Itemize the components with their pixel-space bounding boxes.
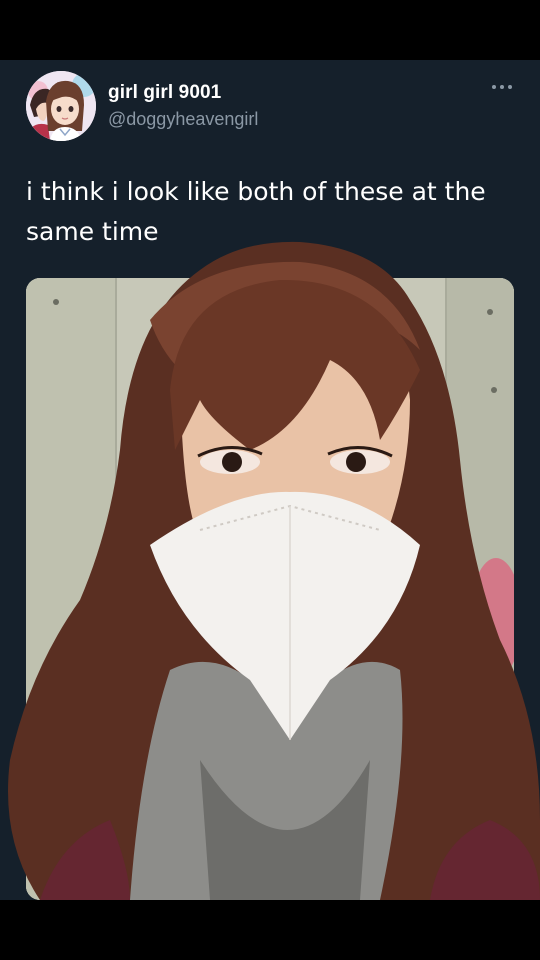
anime-avatar-icon bbox=[26, 71, 96, 141]
selfie-overlay-image bbox=[8, 241, 540, 900]
avatar[interactable] bbox=[26, 71, 96, 141]
top-letterbox bbox=[0, 0, 540, 60]
bottom-letterbox bbox=[0, 900, 540, 960]
more-horizontal-icon[interactable] bbox=[490, 80, 514, 94]
username-handle[interactable]: @doggyheavengirl bbox=[108, 109, 258, 130]
display-name[interactable]: girl girl 9001 bbox=[108, 82, 221, 104]
tweet-card: girl girl 9001 @doggyheavengirl i think … bbox=[0, 60, 540, 900]
